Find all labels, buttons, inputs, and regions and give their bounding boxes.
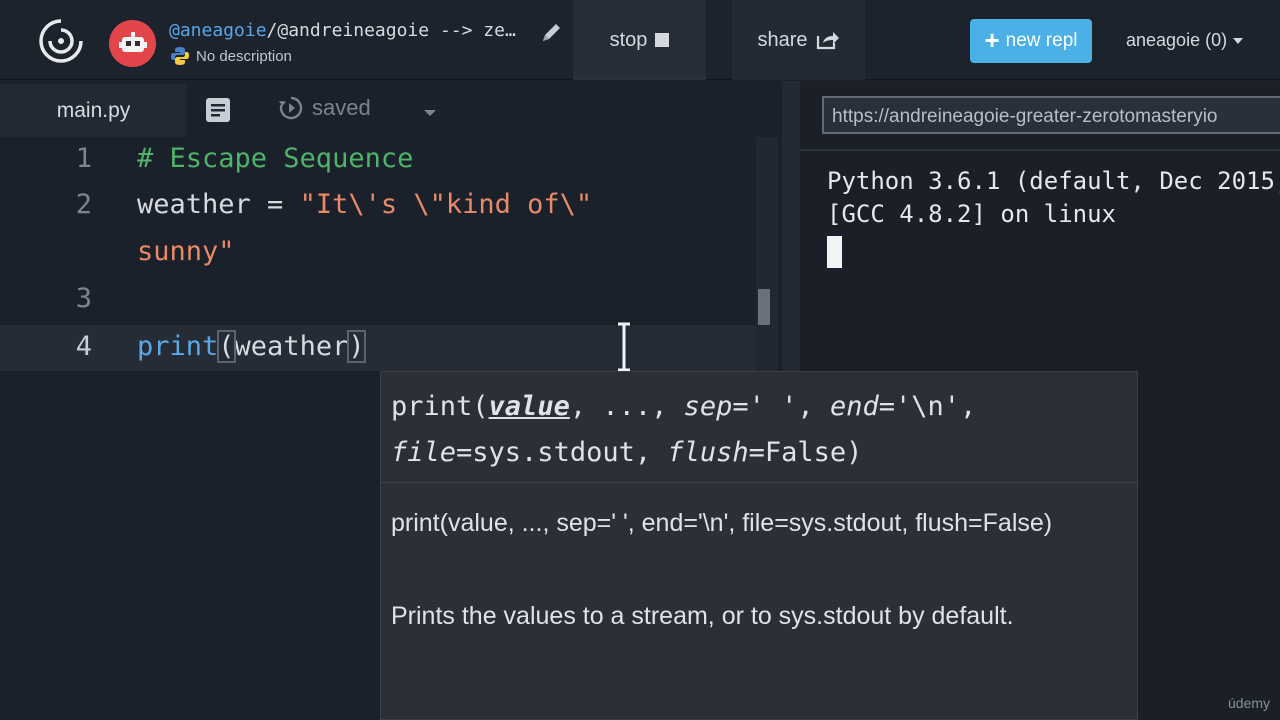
code-call: print(weather)	[137, 330, 366, 363]
sig-param-sep: sep	[683, 391, 733, 422]
saved-label: saved	[312, 95, 371, 120]
repl-url-field[interactable]: https://andreineagoie-greater-zerotomast…	[822, 96, 1280, 134]
bracket-close: )	[347, 330, 366, 363]
stop-label: stop	[609, 28, 648, 51]
signature-help-tooltip: print(value, ..., sep=' ', end='\n', fil…	[380, 371, 1138, 720]
user-menu-label: aneagoie (0)	[1126, 30, 1228, 50]
code-line-3[interactable]: 3	[0, 277, 756, 323]
sig-flush-value: =False)	[748, 437, 863, 468]
chevron-down-icon	[1233, 37, 1244, 44]
editor-scrollbar[interactable]	[758, 289, 770, 325]
repl-path-text: /@andreineagoie --> ze…	[266, 20, 516, 41]
repl-description[interactable]: No description	[170, 46, 292, 66]
code-line-2[interactable]: 2 weather = "It\'s \"kind of\" sunny"	[0, 183, 756, 277]
stop-button[interactable]: stop	[573, 0, 706, 80]
saved-status[interactable]: saved	[278, 95, 371, 121]
string-literal: "It\'s \"kind of\"	[299, 189, 593, 220]
code-assignment: weather = "It\'s \"kind of\"	[137, 189, 592, 220]
line-number: 1	[75, 143, 92, 174]
sig-fn: print(	[391, 391, 489, 422]
stop-button-underline	[573, 76, 706, 80]
text-cursor-icon	[618, 322, 630, 372]
tab-main-py[interactable]: main.py	[0, 84, 187, 137]
function-signature: print(value, ..., sep=' ', end='\n', fil…	[391, 384, 976, 476]
stop-square-icon	[655, 33, 670, 47]
share-label: share	[757, 28, 808, 51]
editor-tab-bar: main.py saved	[0, 81, 782, 137]
call-argument: weather	[234, 331, 349, 362]
replit-logo-icon[interactable]	[38, 18, 84, 64]
console-cursor	[827, 236, 842, 268]
new-repl-label: new repl	[1005, 30, 1078, 51]
description-text: No description	[196, 47, 292, 65]
robot-icon	[118, 31, 147, 52]
sig-sep-value: =' ',	[732, 391, 830, 422]
tab-label: main.py	[56, 98, 131, 122]
code-comment: # Escape Sequence	[137, 143, 414, 174]
sig-end-value: ='\n',	[878, 391, 977, 422]
python-icon	[171, 47, 189, 65]
variable-name: weather	[137, 189, 251, 220]
string-literal-wrap: sunny"	[137, 236, 235, 267]
sig-param-file: file	[391, 437, 457, 468]
sig-param-flush: flush	[667, 437, 749, 468]
repl-title[interactable]: @aneagoie/@andreineagoie --> ze…	[169, 20, 516, 41]
sig-file-value: =sys.stdout,	[456, 437, 668, 468]
line-number: 2	[75, 189, 92, 220]
sig-active-param: value	[488, 391, 570, 422]
plus-icon: +	[984, 25, 1000, 55]
docstring-signature: print(value, ..., sep=' ', end='\n', fil…	[391, 509, 1053, 537]
repl-owner-link[interactable]: @aneagoie	[169, 20, 267, 41]
user-menu[interactable]: aneagoie (0)	[1126, 30, 1244, 51]
udemy-watermark: údemy	[1228, 695, 1271, 711]
sig-param-end: end	[829, 391, 879, 422]
chevron-down-icon[interactable]	[424, 110, 436, 116]
line-number: 4	[75, 331, 92, 362]
console-line-2: [GCC 4.8.2] on linux	[827, 200, 1116, 228]
new-repl-button[interactable]: + new repl	[970, 19, 1092, 63]
pencil-icon[interactable]	[540, 20, 564, 44]
console-output: Python 3.6.1 (default, Dec 2015, [GCC 4.…	[827, 165, 1280, 231]
tooltip-separator	[381, 482, 1137, 483]
share-icon	[816, 32, 839, 50]
repl-avatar[interactable]	[109, 20, 156, 67]
builtin-function: print	[137, 331, 219, 362]
docstring-description: Prints the values to a stream, or to sys…	[391, 602, 1014, 630]
bracket-open: (	[217, 330, 236, 363]
line-number: 3	[75, 283, 92, 314]
notes-icon[interactable]	[205, 97, 231, 123]
console-separator	[800, 149, 1280, 151]
code-line-4[interactable]: 4 print(weather)	[0, 325, 756, 371]
console-line-1: Python 3.6.1 (default, Dec 2015,	[827, 167, 1280, 195]
docstring: print(value, ..., sep=' ', end='\n', fil…	[391, 500, 1091, 686]
code-line-1[interactable]: 1 # Escape Sequence	[0, 137, 756, 183]
assign-operator: =	[250, 189, 300, 220]
top-bar: @aneagoie/@andreineagoie --> ze… No desc…	[0, 0, 1280, 80]
sig-ellipsis: , ...,	[569, 391, 684, 422]
share-button[interactable]: share	[732, 0, 865, 80]
history-icon	[279, 96, 303, 120]
